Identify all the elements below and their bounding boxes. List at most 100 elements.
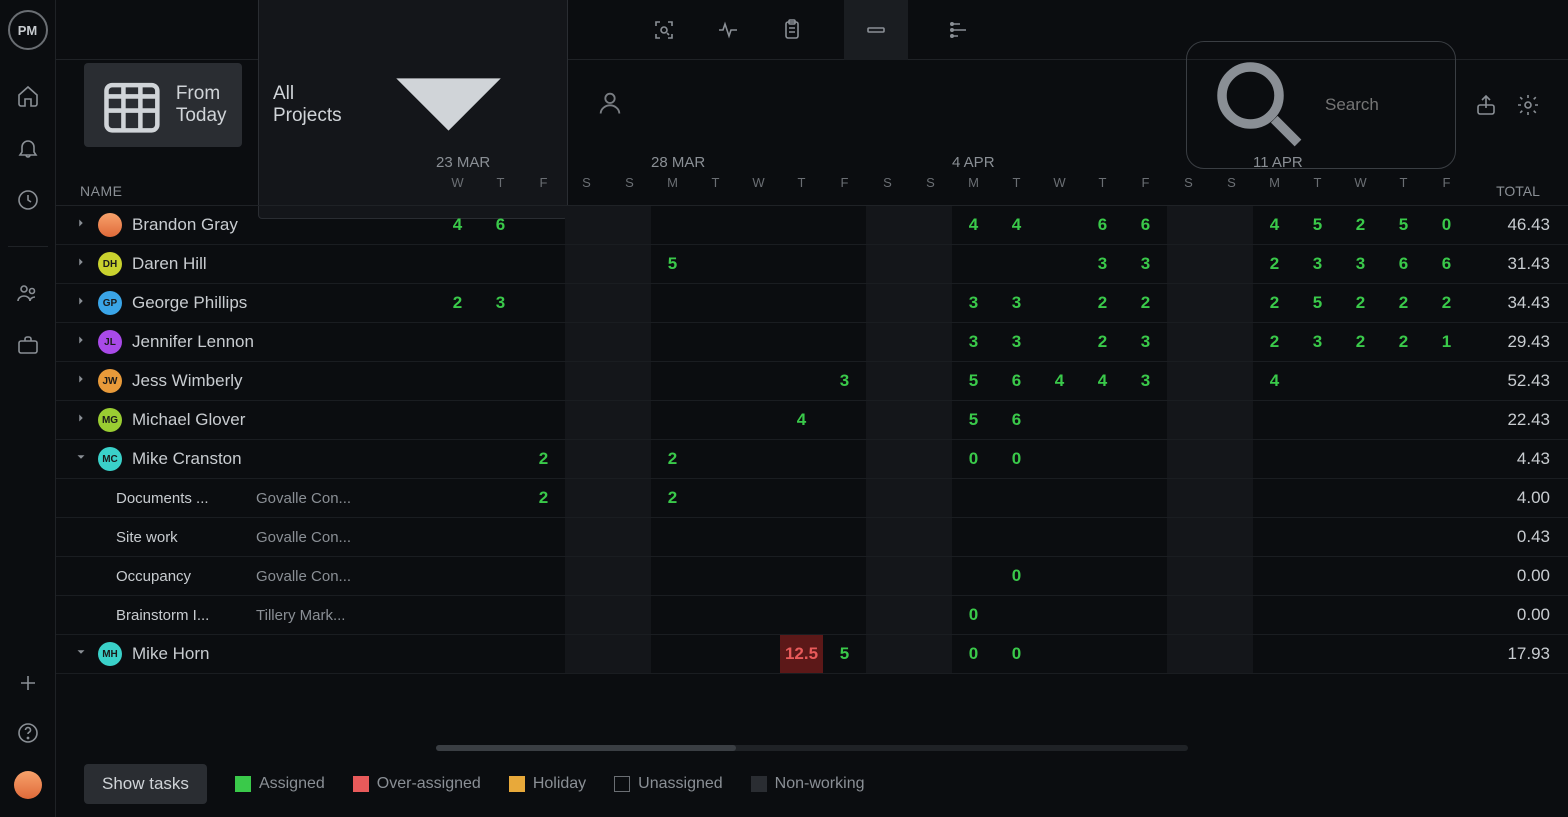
person-filter-icon[interactable] xyxy=(596,89,624,122)
cell[interactable] xyxy=(1167,557,1210,595)
cell[interactable] xyxy=(866,635,909,673)
cell[interactable] xyxy=(1210,284,1253,322)
cell[interactable]: 2 xyxy=(1339,284,1382,322)
cell[interactable]: 0 xyxy=(995,440,1038,478)
cell[interactable] xyxy=(651,323,694,361)
cell[interactable] xyxy=(522,284,565,322)
row-name[interactable]: MHMike Horn xyxy=(56,642,436,666)
cell[interactable] xyxy=(909,323,952,361)
cell[interactable] xyxy=(1124,635,1167,673)
cell[interactable] xyxy=(1339,362,1382,400)
chevron-down-icon[interactable] xyxy=(74,449,88,469)
chevron-down-icon[interactable] xyxy=(74,644,88,664)
cell[interactable]: 4 xyxy=(780,401,823,439)
cell[interactable]: 2 xyxy=(651,479,694,517)
cell[interactable]: 5 xyxy=(823,635,866,673)
cell[interactable] xyxy=(737,284,780,322)
search-input[interactable] xyxy=(1325,95,1439,115)
cell[interactable] xyxy=(780,479,823,517)
row-name[interactable]: JLJennifer Lennon xyxy=(56,330,436,354)
cell[interactable]: 1 xyxy=(1425,323,1468,361)
row-name[interactable]: Brandon Gray xyxy=(56,213,436,237)
show-tasks-button[interactable]: Show tasks xyxy=(84,764,207,804)
cell[interactable]: 3 xyxy=(1124,323,1167,361)
cell[interactable] xyxy=(651,362,694,400)
cell[interactable] xyxy=(565,596,608,634)
cell[interactable] xyxy=(651,596,694,634)
cell[interactable]: 0 xyxy=(952,635,995,673)
cell[interactable] xyxy=(866,557,909,595)
cell[interactable] xyxy=(1296,479,1339,517)
cell[interactable] xyxy=(479,635,522,673)
cell[interactable] xyxy=(823,440,866,478)
cell[interactable] xyxy=(1167,635,1210,673)
cell[interactable] xyxy=(1124,557,1167,595)
cell[interactable] xyxy=(479,323,522,361)
cell[interactable]: 2 xyxy=(1382,284,1425,322)
cell[interactable] xyxy=(1339,518,1382,556)
cell[interactable]: 0 xyxy=(1425,206,1468,244)
cell[interactable] xyxy=(737,518,780,556)
cell[interactable] xyxy=(1124,479,1167,517)
cell[interactable]: 0 xyxy=(995,557,1038,595)
cell[interactable] xyxy=(479,518,522,556)
cell[interactable] xyxy=(608,245,651,283)
cell[interactable] xyxy=(436,401,479,439)
cell[interactable] xyxy=(436,635,479,673)
cell[interactable] xyxy=(1382,596,1425,634)
cell[interactable] xyxy=(1081,518,1124,556)
cell[interactable]: 2 xyxy=(651,440,694,478)
cell[interactable] xyxy=(780,596,823,634)
cell[interactable] xyxy=(1124,596,1167,634)
cell[interactable]: 4 xyxy=(1253,362,1296,400)
cell[interactable] xyxy=(479,362,522,400)
cell[interactable]: 5 xyxy=(1382,206,1425,244)
cell[interactable] xyxy=(909,284,952,322)
cell[interactable] xyxy=(737,479,780,517)
cell[interactable] xyxy=(1382,440,1425,478)
chevron-right-icon[interactable] xyxy=(74,293,88,313)
cell[interactable] xyxy=(651,206,694,244)
cell[interactable]: 3 xyxy=(1124,245,1167,283)
cell[interactable] xyxy=(522,362,565,400)
cell[interactable] xyxy=(737,362,780,400)
cell[interactable]: 4 xyxy=(952,206,995,244)
cell[interactable] xyxy=(1425,596,1468,634)
cell[interactable] xyxy=(651,557,694,595)
cell[interactable] xyxy=(1167,401,1210,439)
cell[interactable]: 2 xyxy=(1339,206,1382,244)
cell[interactable] xyxy=(866,479,909,517)
cell[interactable] xyxy=(780,284,823,322)
cell[interactable] xyxy=(608,440,651,478)
cell[interactable]: 4 xyxy=(1038,362,1081,400)
cell[interactable] xyxy=(1253,479,1296,517)
cell[interactable]: 5 xyxy=(952,401,995,439)
cell[interactable] xyxy=(823,518,866,556)
cell[interactable] xyxy=(866,440,909,478)
chevron-right-icon[interactable] xyxy=(74,215,88,235)
home-icon[interactable] xyxy=(16,84,40,108)
cell[interactable] xyxy=(866,518,909,556)
cell[interactable] xyxy=(780,518,823,556)
cell[interactable] xyxy=(1167,284,1210,322)
cell[interactable] xyxy=(1124,518,1167,556)
cell[interactable] xyxy=(737,401,780,439)
cell[interactable] xyxy=(823,284,866,322)
cell[interactable] xyxy=(1339,479,1382,517)
cell[interactable] xyxy=(866,245,909,283)
cell[interactable] xyxy=(1339,401,1382,439)
cell[interactable] xyxy=(1038,479,1081,517)
cell[interactable] xyxy=(565,635,608,673)
cell[interactable] xyxy=(823,596,866,634)
cell[interactable] xyxy=(1382,401,1425,439)
cell[interactable] xyxy=(1425,401,1468,439)
briefcase-icon[interactable] xyxy=(16,333,40,357)
cell[interactable]: 2 xyxy=(522,479,565,517)
cell[interactable] xyxy=(1253,401,1296,439)
cell[interactable] xyxy=(608,635,651,673)
cell[interactable] xyxy=(479,479,522,517)
cell[interactable] xyxy=(1038,440,1081,478)
cell[interactable] xyxy=(995,518,1038,556)
cell[interactable] xyxy=(1210,362,1253,400)
cell[interactable] xyxy=(1296,401,1339,439)
